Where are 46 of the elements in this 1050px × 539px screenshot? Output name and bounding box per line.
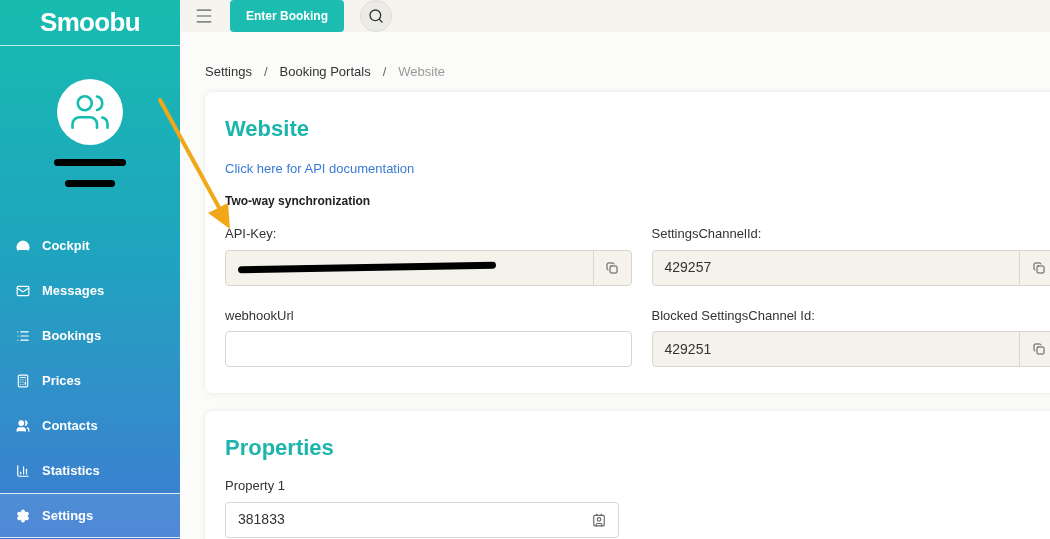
- copy-icon: [606, 261, 618, 274]
- sidebar-item[interactable]: Messages: [0, 268, 180, 313]
- menu-icon[interactable]: [194, 6, 214, 26]
- field-label: Property 1: [225, 477, 286, 495]
- breadcrumb-separator: /: [264, 63, 268, 81]
- calculator-icon: [16, 373, 30, 388]
- sidebar-item[interactable]: Prices: [0, 358, 180, 403]
- search-button[interactable]: [360, 0, 392, 32]
- breadcrumb-item[interactable]: Settings: [205, 62, 252, 82]
- input-field[interactable]: [225, 249, 632, 286]
- field-label: webhookUrl: [225, 306, 295, 325]
- input-field[interactable]: [225, 331, 632, 367]
- redaction-mark: [65, 180, 115, 187]
- field-label: Blocked SettingsChannel Id:: [651, 306, 816, 325]
- sidebar-item[interactable]: Statistics: [0, 448, 180, 493]
- list-icon: [16, 328, 30, 343]
- logo[interactable]: Smoobu: [39, 3, 141, 42]
- settings-icon: [16, 508, 30, 523]
- input-field[interactable]: 429251: [651, 331, 1050, 367]
- api-documentation-link[interactable]: Click here for API documentation: [225, 158, 1050, 178]
- card-title: Website: [225, 114, 310, 143]
- field-label: SettingsChannelId:: [651, 225, 763, 243]
- copy-icon: [1032, 261, 1045, 274]
- section-subtitle: Two-way synchronization: [225, 193, 372, 210]
- breadcrumb-item: Website: [398, 63, 446, 81]
- search-icon: [368, 8, 384, 24]
- field-value: 381833: [238, 510, 286, 529]
- input-field[interactable]: 429257: [651, 249, 1050, 286]
- input-field[interactable]: 381833: [225, 501, 619, 538]
- contact-card-icon: [592, 512, 606, 527]
- breadcrumb-item[interactable]: Booking Portals: [279, 62, 371, 82]
- sidebar-item[interactable]: Cockpit: [0, 223, 180, 268]
- sidebar-item[interactable]: Settings: [0, 493, 180, 538]
- field-value: 429251: [664, 339, 712, 359]
- bar-chart-icon: [16, 463, 30, 478]
- breadcrumb-separator: /: [382, 63, 387, 81]
- field-value: 429257: [664, 258, 712, 277]
- redaction-mark: [54, 159, 126, 166]
- sidebar-item[interactable]: Contacts: [0, 403, 180, 448]
- card-title: Properties: [225, 434, 335, 462]
- envelope-icon: [16, 283, 30, 298]
- copy-icon: [1032, 343, 1045, 355]
- enter-booking-button[interactable]: Enter Booking: [230, 0, 344, 32]
- field-label: API-Key:: [225, 225, 278, 243]
- users-icon: [16, 418, 30, 433]
- sidebar-item[interactable]: Bookings: [0, 313, 180, 358]
